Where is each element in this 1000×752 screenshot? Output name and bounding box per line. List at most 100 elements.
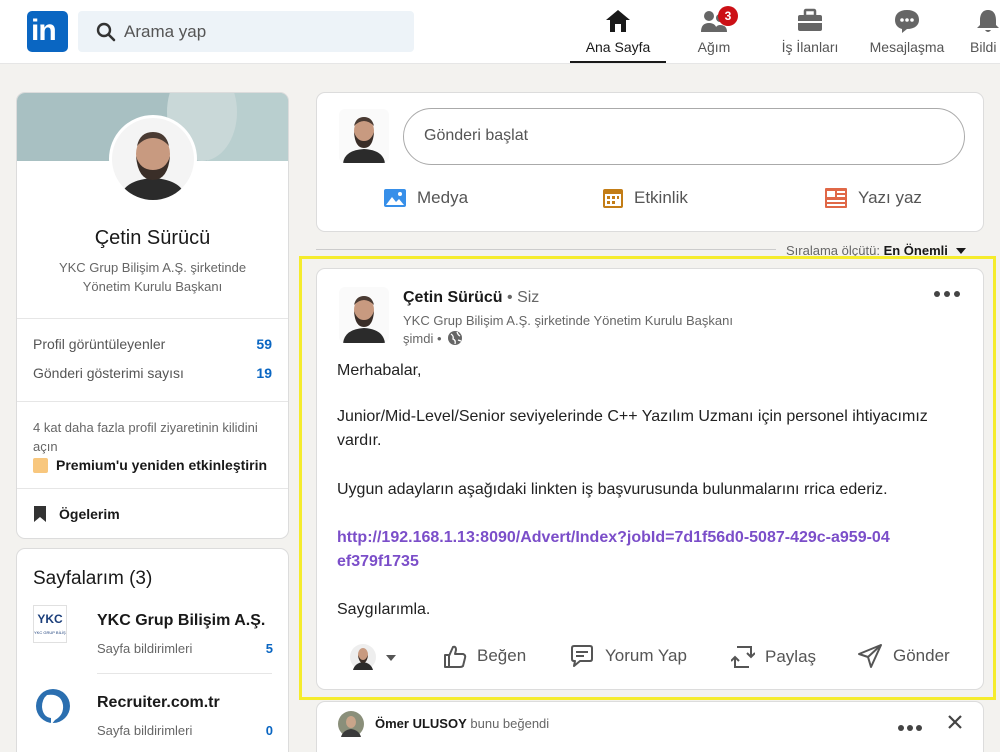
post-closing: Saygılarımla. — [337, 601, 431, 618]
sort-dropdown[interactable]: Sıralama ölçütü: En Önemli — [786, 243, 967, 258]
profile-avatar[interactable] — [109, 115, 197, 203]
linkedin-logo[interactable]: in — [27, 11, 68, 52]
sort-value: En Önemli — [883, 243, 948, 258]
activity-user[interactable]: Ömer ULUSOY — [375, 716, 467, 731]
write-article-label: Yazı yaz — [858, 188, 922, 207]
post-composer-card: Gönderi başlat Medya Etkinlik Yazı yaz — [316, 92, 984, 232]
post-impressions-row[interactable]: Gönderi gösterimi sayısı 19 — [33, 365, 272, 381]
recruiter-logo — [36, 689, 70, 725]
nav-notifications[interactable]: Bildi — [966, 0, 1000, 64]
person-photo-icon — [339, 287, 389, 343]
home-icon — [606, 10, 630, 32]
page-notifications-count: 0 — [265, 723, 273, 738]
event-label: Etkinlik — [634, 188, 688, 207]
nav-network-label: Ağım — [697, 39, 731, 55]
composer-avatar[interactable] — [339, 109, 389, 163]
briefcase-icon — [798, 8, 822, 31]
dismiss-button[interactable] — [947, 714, 965, 732]
profile-name[interactable]: Çetin Sürücü — [17, 227, 288, 250]
comment-button[interactable]: Yorum Yap — [569, 643, 687, 669]
search-input[interactable] — [124, 19, 394, 45]
post-as-selector[interactable] — [349, 643, 401, 673]
nav-messaging[interactable]: Mesajlaşma — [866, 0, 948, 64]
send-label: Gönder — [893, 646, 950, 665]
nav-home[interactable]: Ana Sayfa — [570, 0, 666, 64]
page-name: YKC Grup Bilişim A.Ş. — [97, 612, 266, 629]
more-horizontal-icon — [934, 291, 960, 297]
article-icon — [825, 188, 847, 208]
repost-icon — [731, 646, 755, 668]
post-author-line: Çetin Sürücü • Siz — [403, 289, 539, 307]
user-avatar-icon[interactable] — [337, 710, 365, 738]
post-self-tag: • Siz — [507, 289, 540, 306]
post-body-1: Junior/Mid-Level/Senior seviyelerinde C+… — [337, 408, 928, 449]
profile-headline: YKC Grup Bilişim A.Ş. şirketinde Yönetim… — [58, 260, 247, 294]
send-icon — [858, 644, 882, 668]
start-post-placeholder: Gönderi başlat — [424, 127, 529, 144]
post-author-headline: YKC Grup Bilişim A.Ş. şirketinde Yönetim… — [403, 313, 733, 328]
search-box[interactable] — [78, 11, 414, 52]
nav-notifications-label: Bildi — [970, 39, 997, 55]
nav-network[interactable]: 3 Ağım — [676, 0, 752, 64]
activity-line: Ömer ULUSOY bunu beğendi — [375, 716, 549, 731]
sort-divider — [316, 249, 776, 250]
repost-label: Paylaş — [765, 647, 817, 666]
page-notifications-count: 5 — [265, 641, 273, 656]
post-link[interactable]: http://192.168.1.13:8090/Advert/Index?jo… — [337, 526, 897, 574]
like-button[interactable]: Beğen — [441, 643, 526, 669]
globe-icon — [447, 331, 462, 345]
calendar-icon — [603, 189, 623, 208]
profile-viewers-row[interactable]: Profil görüntüleyenler 59 — [33, 336, 272, 352]
nav-home-label: Ana Sayfa — [585, 39, 651, 55]
person-photo-icon — [339, 109, 389, 163]
post-card: Çetin Sürücü • Siz YKC Grup Bilişim A.Ş.… — [316, 268, 984, 690]
page-item-ykc[interactable]: YKC YKC GRUP BİLİŞİM YKC Grup Bilişim A.… — [33, 605, 273, 661]
post-author-avatar[interactable] — [339, 287, 389, 343]
post-time: şimdi • — [403, 330, 442, 346]
notification-badge: 3 — [718, 6, 738, 26]
stat-value: 19 — [256, 365, 272, 381]
premium-icon — [33, 457, 48, 473]
page-notifications-label: Sayfa bildirimleri — [97, 641, 193, 656]
small-avatar-icon — [350, 644, 376, 670]
nav-jobs[interactable]: İş İlanları — [776, 0, 844, 64]
image-icon — [384, 189, 406, 207]
next-post-more-button[interactable] — [897, 719, 927, 731]
media-label: Medya — [417, 188, 469, 207]
post-more-options-button[interactable] — [933, 285, 969, 305]
post-body-2: Uygun adayların aşağıdaki linkten iş baş… — [337, 481, 888, 498]
nav-messaging-label: Mesajlaşma — [869, 39, 945, 55]
page-item-recruiter[interactable]: Recruiter.com.tr Sayfa bildirimleri 0 — [33, 687, 273, 743]
like-label: Beğen — [477, 646, 527, 665]
premium-link[interactable]: Premium'u yeniden etkinleştirin — [33, 457, 267, 473]
logo-text: in — [31, 14, 57, 47]
start-post-button[interactable]: Gönderi başlat — [403, 108, 965, 165]
profile-card: Çetin Sürücü YKC Grup Bilişim A.Ş. şirke… — [16, 92, 289, 539]
sort-label: Sıralama ölçütü: — [786, 243, 880, 258]
media-button[interactable]: Medya — [383, 187, 468, 209]
stat-label: Profil görüntüleyenler — [33, 336, 166, 352]
write-article-button[interactable]: Yazı yaz — [824, 187, 922, 209]
stat-value: 59 — [256, 336, 272, 352]
premium-prompt: 4 kat daha fazla profil ziyaretinin kili… — [33, 420, 258, 454]
post-greeting: Merhabalar, — [337, 362, 422, 379]
ykc-logo: YKC YKC GRUP BİLİŞİM — [33, 605, 67, 643]
saved-items-link[interactable]: Ögelerim — [33, 505, 120, 523]
chat-icon — [895, 10, 919, 33]
activity-text: bunu beğendi — [470, 716, 550, 731]
person-photo-icon — [112, 118, 194, 200]
bookmark-icon — [34, 506, 46, 522]
send-button[interactable]: Gönder — [857, 643, 950, 669]
more-horizontal-icon — [898, 725, 922, 731]
post-time-line: şimdi • — [403, 330, 463, 346]
comment-icon — [571, 645, 593, 667]
pages-card: Sayfalarım (3) YKC YKC GRUP BİLİŞİM YKC … — [16, 548, 289, 752]
page-notifications-label: Sayfa bildirimleri — [97, 723, 193, 738]
like-icon — [444, 645, 467, 668]
repost-button[interactable]: Paylaş — [731, 643, 816, 671]
post-author-name[interactable]: Çetin Sürücü — [403, 289, 503, 306]
caret-down-icon — [956, 248, 967, 254]
stat-label: Gönderi gösterimi sayısı — [33, 365, 184, 381]
pages-title: Sayfalarım (3) — [33, 568, 153, 589]
event-button[interactable]: Etkinlik — [602, 187, 688, 209]
